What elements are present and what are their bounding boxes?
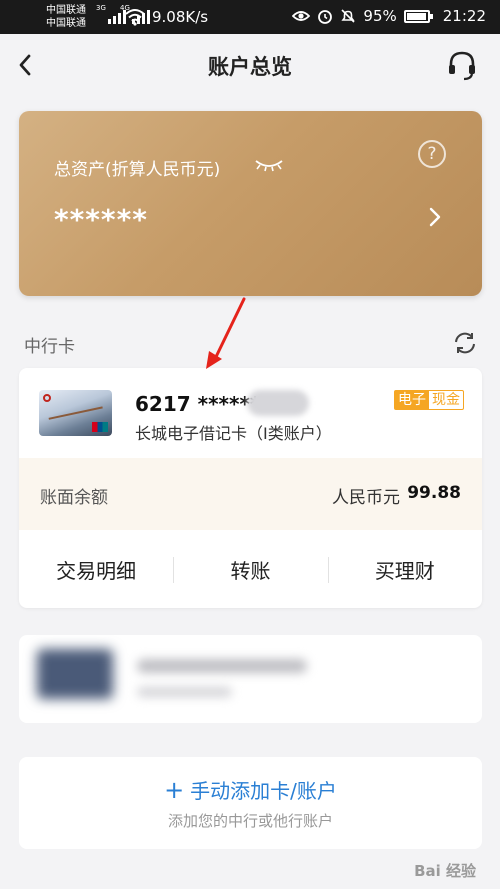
balance-currency: 人民币元 bbox=[332, 488, 400, 508]
status-bar: 中国联通 中国联通 3G 4G 9.08K/s 95% 21:22 bbox=[0, 0, 500, 34]
bank-card-item[interactable]: 6217 ****** 长城电子借记卡（I类账户） 电子 现金 账面余额 人民币… bbox=[19, 368, 482, 608]
section-label-boc-cards: 中行卡 bbox=[24, 337, 75, 357]
headset-icon bbox=[449, 51, 475, 81]
refresh-icon[interactable] bbox=[452, 330, 478, 356]
card-type-name: 长城电子借记卡（I类账户） bbox=[135, 424, 332, 443]
tag-electronic: 电子 bbox=[395, 391, 429, 409]
add-card-subtitle: 添加您的中行或他行账户 bbox=[167, 812, 333, 830]
carrier-2: 中国联通 bbox=[46, 18, 86, 29]
bank-card-item-blurred[interactable] bbox=[19, 635, 482, 723]
balance-value: 99.88 bbox=[407, 483, 461, 503]
wifi-icon bbox=[125, 9, 145, 26]
tag-cash: 现金 bbox=[432, 392, 460, 408]
nav-bar: 账户总览 bbox=[0, 34, 500, 98]
buy-wealth-product-button[interactable]: 买理财 bbox=[327, 555, 482, 584]
add-card-title-row: + 手动添加卡/账户 bbox=[19, 775, 482, 804]
masked-total-assets: ****** bbox=[54, 203, 148, 236]
transfer-button[interactable]: 转账 bbox=[173, 555, 327, 584]
total-assets-card[interactable]: 总资产(折算人民币元) ? ****** bbox=[19, 111, 482, 296]
carrier-labels: 中国联通 中国联通 bbox=[46, 4, 86, 30]
eye-comfort-icon bbox=[292, 11, 311, 21]
battery-percent: 95% bbox=[363, 7, 397, 25]
card-number: 6217 ****** bbox=[135, 392, 261, 416]
page-title: 账户总览 bbox=[208, 55, 292, 79]
card-thumbnail-blurred bbox=[37, 649, 113, 699]
balance-row: 账面余额 人民币元 99.88 bbox=[19, 458, 482, 530]
clock: 21:22 bbox=[442, 7, 486, 25]
help-icon[interactable]: ? bbox=[418, 140, 446, 168]
add-card-button[interactable]: + 手动添加卡/账户 添加您的中行或他行账户 bbox=[19, 757, 482, 849]
net-speed: 9.08K/s bbox=[152, 8, 209, 26]
customer-service-button[interactable] bbox=[444, 48, 480, 84]
watermark: Bai 经验 bbox=[414, 862, 476, 880]
battery-icon bbox=[403, 9, 433, 23]
chevron-right-icon[interactable] bbox=[428, 206, 442, 228]
add-card-title: 手动添加卡/账户 bbox=[190, 779, 337, 803]
total-assets-label: 总资产(折算人民币元) bbox=[54, 160, 221, 180]
hidden-eye-icon[interactable] bbox=[254, 157, 284, 173]
transaction-details-button[interactable]: 交易明细 bbox=[19, 555, 173, 584]
card-thumbnail bbox=[39, 390, 112, 436]
redacted-digits bbox=[247, 390, 309, 416]
status-right: 95% 21:22 bbox=[292, 7, 486, 25]
boc-logo-icon bbox=[43, 394, 51, 402]
card-actions: 交易明细 转账 买理财 bbox=[19, 530, 482, 608]
carrier-1: 中国联通 bbox=[46, 5, 86, 16]
mute-bell-icon bbox=[341, 9, 356, 23]
unionpay-logo-icon bbox=[92, 422, 108, 432]
blurred-card-name bbox=[137, 687, 232, 697]
card-tag: 电子 现金 bbox=[394, 390, 464, 410]
blurred-card-number bbox=[137, 659, 307, 673]
plus-icon: + bbox=[164, 776, 185, 804]
alarm-icon bbox=[318, 10, 333, 24]
balance-label: 账面余额 bbox=[40, 488, 108, 508]
net-tag-1: 3G bbox=[96, 4, 106, 12]
annotation-arrow-icon bbox=[206, 297, 246, 369]
